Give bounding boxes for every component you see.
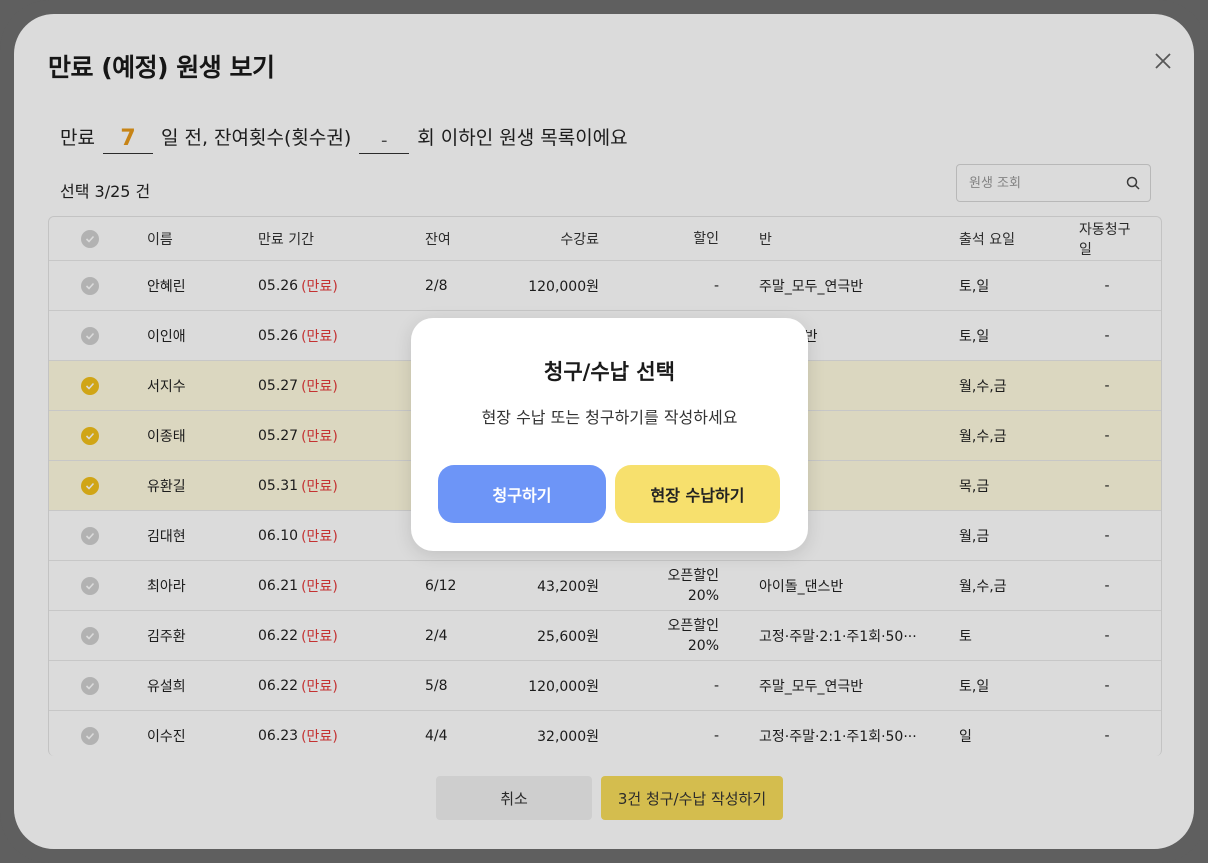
device-frame: 만료 (예정) 원생 보기 만료 7 일 전, 잔여횟수(횟수권) - 회 이하… <box>0 0 1208 863</box>
bill-payment-modal: 청구/수납 선택 현장 수납 또는 청구하기를 작성하세요 청구하기 현장 수납… <box>411 318 808 551</box>
modal-description: 현장 수납 또는 청구하기를 작성하세요 <box>481 408 738 427</box>
bill-button[interactable]: 청구하기 <box>438 465 606 523</box>
dialog-window: 만료 (예정) 원생 보기 만료 7 일 전, 잔여횟수(횟수권) - 회 이하… <box>14 14 1194 849</box>
onsite-payment-button[interactable]: 현장 수납하기 <box>615 465 780 523</box>
modal-title: 청구/수납 선택 <box>544 360 675 384</box>
